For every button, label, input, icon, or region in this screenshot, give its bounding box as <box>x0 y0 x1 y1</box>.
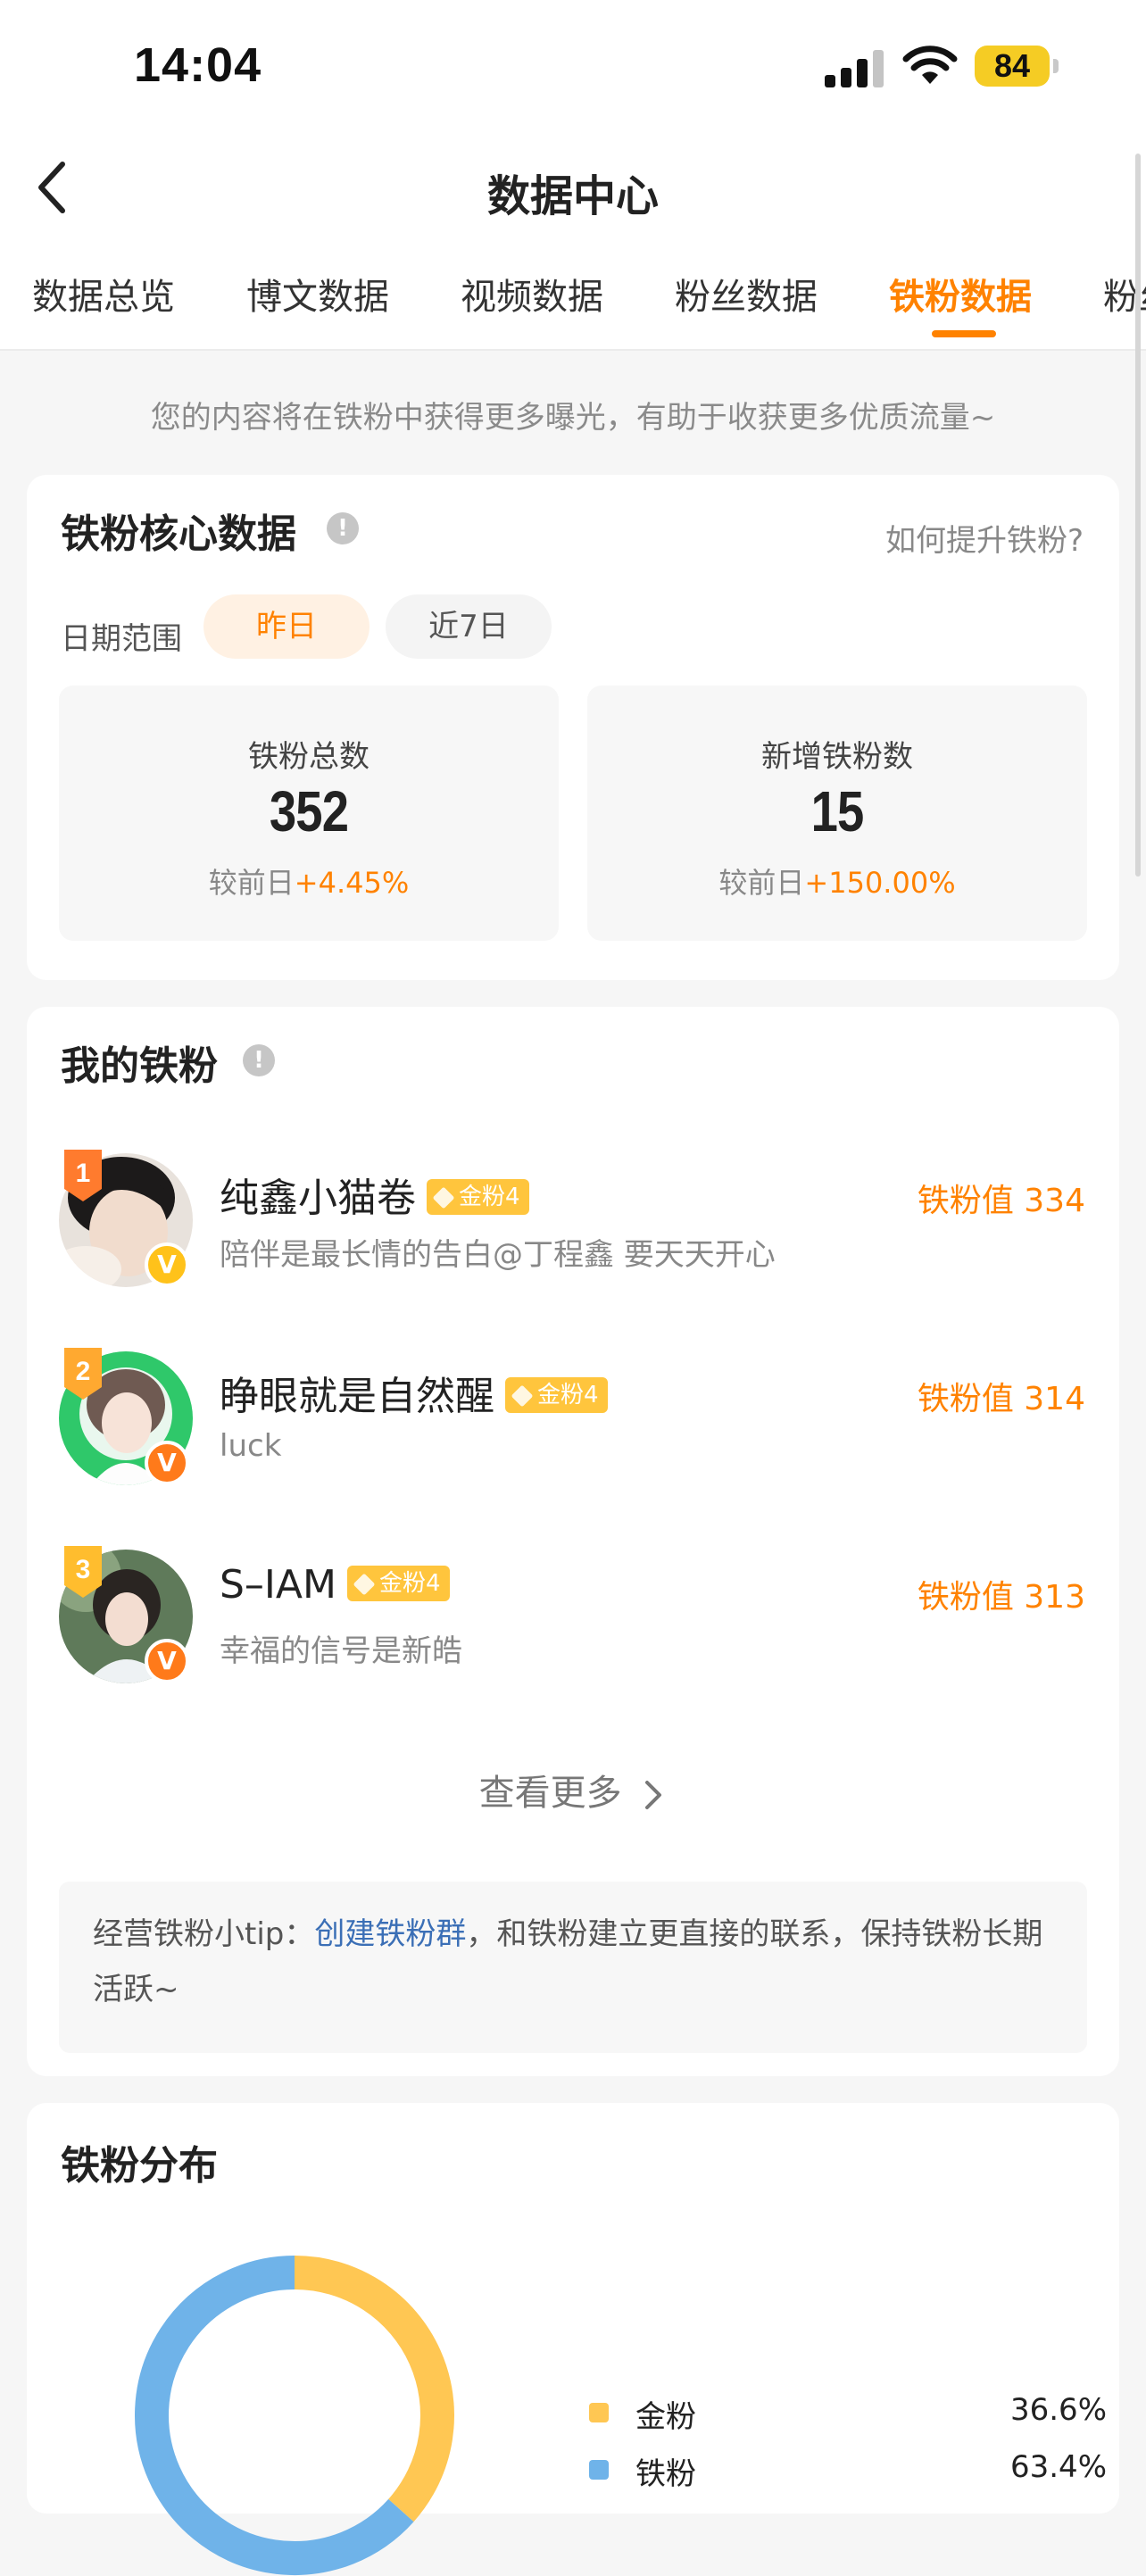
stat-compare: 较前日+4.45% <box>59 860 559 902</box>
gold-fan-badge-label: 金粉4 <box>537 1382 599 1408</box>
legend-label: 金粉 <box>635 2399 696 2435</box>
legend-swatch <box>589 2403 609 2422</box>
distribution-card: 铁粉分布 金粉 36.6% 铁粉 63.4% <box>27 2103 1119 2575</box>
fan-score-label: 铁粉值 <box>917 1579 1014 1616</box>
gold-fan-badge: 金粉4 <box>505 1377 608 1413</box>
chevron-right-icon <box>645 1781 662 1809</box>
gold-fan-badge: 金粉4 <box>346 1566 450 1601</box>
info-icon[interactable]: ! <box>243 1044 275 1076</box>
gem-icon <box>511 1384 534 1407</box>
range-yesterday-chip[interactable]: 昨日 <box>203 594 370 659</box>
gem-icon <box>432 1186 455 1209</box>
fan-name[interactable]: 睁眼就是自然醒 <box>220 1374 494 1419</box>
battery-indicator: 84 <box>975 46 1050 87</box>
tab-videos[interactable]: 视频数据 <box>461 268 603 320</box>
fan-description: luck <box>220 1428 282 1464</box>
tab-overview[interactable]: 数据总览 <box>32 268 175 320</box>
verified-badge-icon: V <box>145 1242 189 1287</box>
legend-percent: 36.6% <box>1009 2392 1107 2428</box>
create-group-link[interactable]: 创建铁粉群 <box>314 1916 466 1952</box>
fan-name[interactable]: 纯鑫小猫卷 <box>220 1176 416 1221</box>
gem-icon <box>353 1573 376 1595</box>
range-7days-chip[interactable]: 近7日 <box>386 594 552 659</box>
rank-badge-icon: 3 <box>64 1546 102 1598</box>
legend-label: 铁粉 <box>635 2456 696 2492</box>
info-icon[interactable]: ! <box>327 512 359 544</box>
stat-label: 铁粉总数 <box>248 739 370 775</box>
tip-prefix: 经营铁粉小tip： <box>93 1916 315 1952</box>
date-range-label: 日期范围 <box>61 621 182 657</box>
fan-score: 铁粉值 313 <box>918 1571 1085 1617</box>
tab-bar: 数据总览 博文数据 视频数据 粉丝数据 铁粉数据 粉丝 <box>0 259 1146 348</box>
tab-iron-fans[interactable]: 铁粉数据 <box>889 268 1032 320</box>
fan-name-line: 睁眼就是自然醒 金粉4 <box>220 1364 608 1421</box>
status-bar: 14:04 84 <box>0 0 1146 134</box>
rank-badge-icon: 2 <box>64 1348 102 1400</box>
top-bar: 14:04 84 数据中心 数据总览 博文数据 视频数据 粉丝数据 铁粉数据 粉… <box>0 0 1146 351</box>
donut-slice-gold <box>294 2256 454 2522</box>
svg-text:1: 1 <box>76 1159 91 1188</box>
stat-value: 15 <box>810 779 865 843</box>
fan-name-line: S–IAM 金粉4 <box>220 1562 450 1608</box>
compare-value: +150.00% <box>804 866 956 900</box>
tab-posts[interactable]: 博文数据 <box>246 268 389 320</box>
nav-bar: 数据中心 <box>0 134 1146 241</box>
compare-prefix: 较前日 <box>208 866 295 900</box>
fan-description: 幸福的信号是新皓 <box>220 1633 462 1669</box>
fan-name[interactable]: S–IAM <box>220 1562 336 1608</box>
fan-score-label: 铁粉值 <box>917 1183 1014 1219</box>
donut-slice-iron <box>135 2256 414 2575</box>
distribution-title: 铁粉分布 <box>61 2143 218 2189</box>
scrollbar[interactable] <box>1135 154 1141 877</box>
fan-score-value: 334 <box>1024 1183 1085 1219</box>
fan-row[interactable]: 3 V S–IAM 金粉4 幸福的信号是新皓 铁粉值 313 <box>27 1546 1119 1719</box>
fan-name-line: 纯鑫小猫卷 金粉4 <box>220 1166 529 1223</box>
svg-text:2: 2 <box>76 1357 91 1386</box>
battery-nub <box>1053 59 1059 73</box>
tab-fans[interactable]: 粉丝数据 <box>675 268 818 320</box>
compare-value: +4.45% <box>294 866 410 900</box>
fan-row[interactable]: 1 V 纯鑫小猫卷 金粉4 陪伴是最长情的告白@丁程鑫 要天天开心 铁粉值 334 <box>27 1150 1119 1323</box>
view-more-button[interactable]: 查看更多 <box>27 1764 1119 1816</box>
legend-percent: 63.4% <box>1009 2449 1107 2485</box>
wifi-icon <box>902 46 958 84</box>
rank-badge-icon: 1 <box>64 1150 102 1201</box>
gold-fan-badge-label: 金粉4 <box>459 1184 520 1210</box>
core-data-card: 铁粉核心数据 ! 如何提升铁粉? 日期范围 昨日 近7日 铁粉总数 352 较前… <box>27 475 1119 980</box>
fan-score-value: 314 <box>1024 1381 1085 1417</box>
fan-description: 陪伴是最长情的告白@丁程鑫 要天天开心 <box>220 1237 776 1273</box>
exposure-hint: 您的内容将在铁粉中获得更多曝光，有助于收获更多优质流量~ <box>150 400 996 436</box>
fan-row[interactable]: 2 V 睁眼就是自然醒 金粉4 luck 铁粉值 314 <box>27 1348 1119 1521</box>
fan-score: 铁粉值 334 <box>918 1175 1085 1221</box>
my-fans-title: 我的铁粉 <box>61 1043 218 1089</box>
tip-box: 经营铁粉小tip：创建铁粉群，和铁粉建立更直接的联系，保持铁粉长期活跃~ <box>59 1882 1087 2053</box>
fan-score-label: 铁粉值 <box>917 1381 1014 1417</box>
stat-label: 新增铁粉数 <box>761 739 913 775</box>
stat-value: 352 <box>269 779 349 843</box>
fan-score-value: 313 <box>1024 1579 1085 1616</box>
my-fans-card: 我的铁粉 ! 1 V 纯鑫小猫卷 金粉4 陪伴是最长情的告白@丁程鑫 要天天开心 … <box>27 1007 1119 2076</box>
status-time: 14:04 <box>134 38 262 92</box>
gold-fan-badge: 金粉4 <box>427 1179 529 1215</box>
distribution-donut-chart <box>135 2256 454 2575</box>
stat-compare: 较前日+150.00% <box>587 860 1087 902</box>
legend-swatch <box>589 2460 609 2480</box>
verified-badge-icon: V <box>145 1441 189 1485</box>
new-iron-fans-stat: 新增铁粉数 15 较前日+150.00% <box>587 686 1087 941</box>
svg-text:3: 3 <box>76 1555 91 1584</box>
view-more-label: 查看更多 <box>478 1773 622 1814</box>
cellular-signal-icon <box>825 50 884 87</box>
total-iron-fans-stat: 铁粉总数 352 较前日+4.45% <box>59 686 559 941</box>
how-to-improve-link[interactable]: 如何提升铁粉? <box>885 516 1084 560</box>
fan-score: 铁粉值 314 <box>918 1373 1085 1419</box>
compare-prefix: 较前日 <box>718 866 805 900</box>
page-title: 数据中心 <box>486 171 659 221</box>
active-tab-indicator <box>932 330 996 337</box>
gold-fan-badge-label: 金粉4 <box>378 1570 441 1597</box>
verified-badge-icon: V <box>145 1639 189 1683</box>
core-data-title: 铁粉核心数据 <box>61 511 296 557</box>
